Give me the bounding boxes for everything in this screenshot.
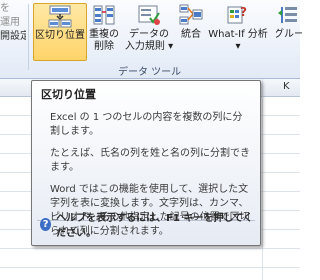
consolidate-icon <box>178 3 204 27</box>
consolidate-button[interactable]: 統合 <box>177 3 205 59</box>
data-validation-icon <box>136 3 162 27</box>
ribbon-separator <box>28 4 29 70</box>
help-icon: ? <box>40 217 52 231</box>
remove-duplicates-icon <box>91 3 117 27</box>
tooltip-paragraph: たとえば、氏名の列を姓と名の列に分割できます。 <box>50 148 250 173</box>
consolidate-label: 統合 <box>181 29 201 40</box>
tooltip-paragraph: Excel の 1 つのセルの内容を複数の列に分割します。 <box>50 112 243 137</box>
column-header-k[interactable]: K <box>283 81 290 92</box>
remove-duplicates-label-1: 重複の <box>89 29 119 40</box>
group-icon <box>276 3 302 27</box>
text-to-columns-icon <box>47 4 73 28</box>
group-button[interactable]: グルー <box>276 3 302 59</box>
ribbon-left-cut: を 運用 開設定 <box>0 2 26 44</box>
data-validation-label-1: データの <box>129 29 169 40</box>
remove-duplicates-button[interactable]: 重複の 削除 <box>87 3 121 59</box>
ribbon: を 運用 開設定 区切り位置 重複の 削除 データの 入力規則 ▾ 統合 ? W… <box>0 0 302 79</box>
what-if-analysis-button[interactable]: ? What-If 分析 ▾ <box>208 3 268 59</box>
grid-line <box>262 79 263 280</box>
tooltip-help-text: ヘルプを表示するには、F1 キーを押してください。 <box>56 213 253 239</box>
what-if-analysis-label-2: ▾ <box>235 41 241 52</box>
text-to-columns-label: 区切り位置 <box>35 30 85 41</box>
tooltip-title: 区切り位置 <box>41 88 96 101</box>
data-tools-group-label: データ ツール <box>118 67 182 78</box>
left-cut-item[interactable]: 開設定 <box>0 30 26 44</box>
left-cut-item[interactable]: を <box>0 2 26 16</box>
data-validation-label-2: 入力規則 ▾ <box>124 41 174 52</box>
text-to-columns-tooltip: 区切り位置 Excel の 1 つのセルの内容を複数の列に分割します。 たとえば… <box>31 80 261 246</box>
what-if-analysis-icon: ? <box>225 3 251 27</box>
group-label: グルー <box>276 29 302 40</box>
data-validation-button[interactable]: データの 入力規則 ▾ <box>124 3 174 59</box>
what-if-analysis-label-1: What-If 分析 <box>208 29 268 40</box>
svg-text:?: ? <box>240 5 247 19</box>
left-cut-item[interactable]: 運用 <box>0 16 26 30</box>
remove-duplicates-label-2: 削除 <box>94 41 114 52</box>
text-to-columns-button[interactable]: 区切り位置 <box>33 3 87 61</box>
tooltip-help-row: ? ヘルプを表示するには、F1 キーを押してください。 <box>40 209 260 239</box>
grid-line <box>0 248 300 249</box>
grid-line <box>0 267 300 268</box>
